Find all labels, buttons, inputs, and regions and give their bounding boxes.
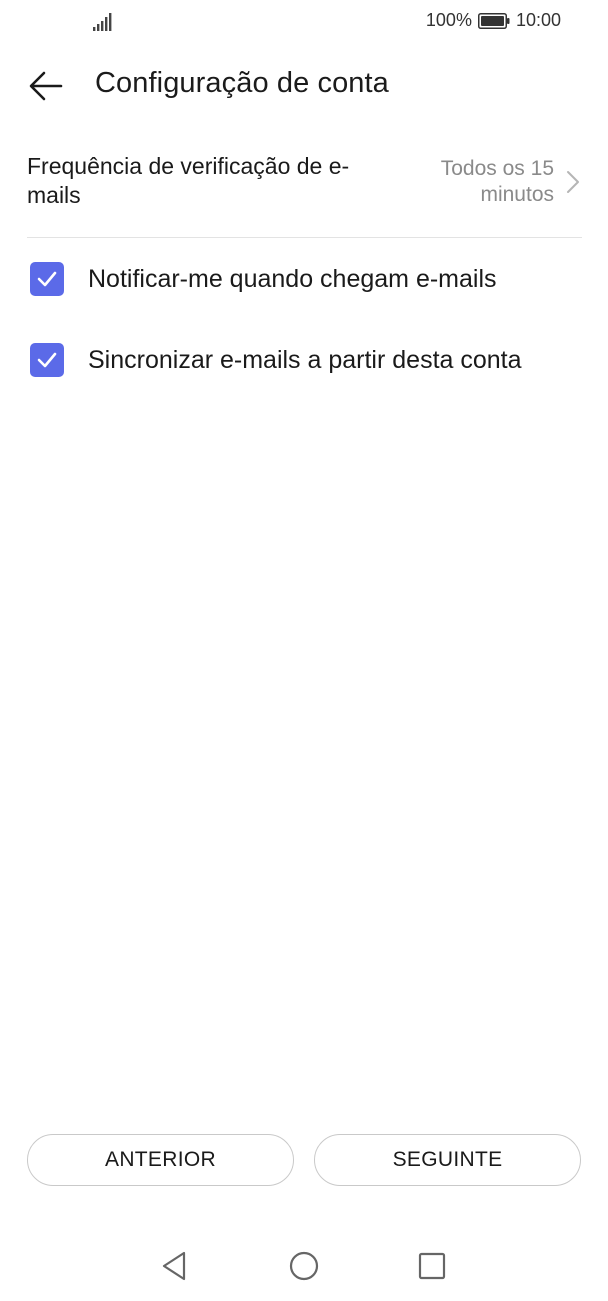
sync-checkbox[interactable] [30, 343, 64, 377]
nav-home-icon [289, 1251, 319, 1281]
nav-back-button[interactable] [152, 1246, 196, 1286]
notify-new-email-option[interactable]: Notificar-me quando chegam e-mails [30, 249, 580, 309]
notify-checkbox[interactable] [30, 262, 64, 296]
checkmark-icon [37, 352, 57, 368]
system-nav-bar [0, 1236, 608, 1296]
notify-label: Notificar-me quando chegam e-mails [88, 264, 497, 293]
nav-recent-icon [418, 1252, 446, 1280]
nav-back-icon [162, 1251, 186, 1281]
clock: 10:00 [515, 10, 561, 30]
check-frequency-label: Frequência de verificação de e-mails [27, 153, 350, 208]
divider [27, 237, 582, 238]
check-frequency-setting[interactable]: Frequência de verificação de e-mails Tod… [27, 148, 582, 237]
app-header: Configuração de conta [0, 50, 608, 122]
next-button[interactable]: SEGUINTE [314, 1134, 581, 1186]
page-title: Configuração de conta [95, 67, 389, 99]
signal-icon [93, 13, 112, 31]
battery-icon [477, 12, 510, 29]
previous-button[interactable]: ANTERIOR [27, 1134, 294, 1186]
checkmark-icon [37, 271, 57, 287]
arrow-left-icon [29, 71, 63, 101]
back-button[interactable] [22, 66, 70, 106]
sync-label: Sincronizar e-mails a partir desta conta [88, 345, 522, 374]
chevron-right-icon [567, 171, 579, 193]
sync-email-option[interactable]: Sincronizar e-mails a partir desta conta [30, 330, 580, 390]
nav-home-button[interactable] [282, 1246, 326, 1286]
status-bar: 100% 10:00 [0, 0, 608, 46]
status-right: 100% 10:00 [426, 10, 561, 31]
nav-recent-button[interactable] [410, 1246, 454, 1286]
battery-percent: 100% [425, 10, 472, 30]
check-frequency-value: Todos os 15 minutos [440, 157, 554, 206]
